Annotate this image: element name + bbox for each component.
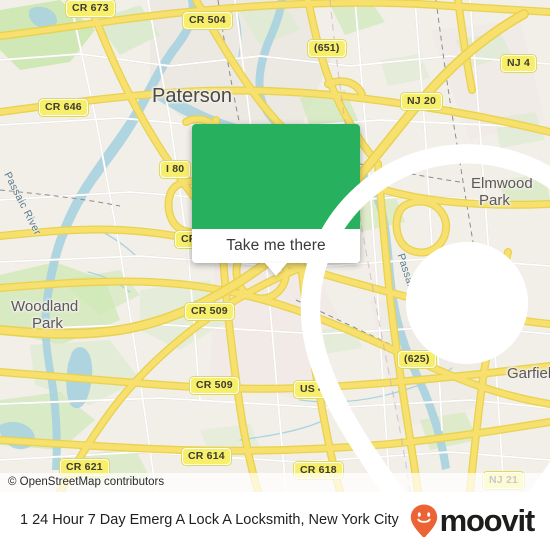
route-shield-i-80[interactable]: I 80 xyxy=(158,159,192,180)
popup-tail xyxy=(265,263,287,276)
route-shield-nj-4[interactable]: NJ 4 xyxy=(500,53,537,74)
route-shield-cr-673[interactable]: CR 673 xyxy=(65,0,116,19)
moovit-logo[interactable]: moovit xyxy=(409,503,550,539)
popup-cta-label: Take me there xyxy=(226,237,326,254)
map-canvas[interactable]: .pk { fill:#cfe8b6; } .pk2{ fill:#dcebd0… xyxy=(0,0,550,492)
moovit-wordmark: moovit xyxy=(439,503,536,538)
moovit-map-screenshot: .pk { fill:#cfe8b6; } .pk2{ fill:#dcebd0… xyxy=(0,0,550,550)
moovit-smiley-pin-icon xyxy=(410,504,437,538)
popup-cta[interactable]: Take me there xyxy=(192,229,360,276)
map-popup-card[interactable]: Take me there xyxy=(192,124,550,492)
route-shield-cr-646[interactable]: CR 646 xyxy=(38,97,89,118)
route-shield-651[interactable]: (651) xyxy=(307,38,347,59)
route-shield-cr-504[interactable]: CR 504 xyxy=(182,10,233,31)
map-pin-icon xyxy=(300,144,550,492)
route-shield-nj-20[interactable]: NJ 20 xyxy=(399,91,444,112)
popup-image-area xyxy=(192,124,550,492)
location-title: 1 24 Hour 7 Day Emerg A Lock A Locksmith… xyxy=(20,512,399,529)
footer-bar: 1 24 Hour 7 Day Emerg A Lock A Locksmith… xyxy=(0,492,550,550)
